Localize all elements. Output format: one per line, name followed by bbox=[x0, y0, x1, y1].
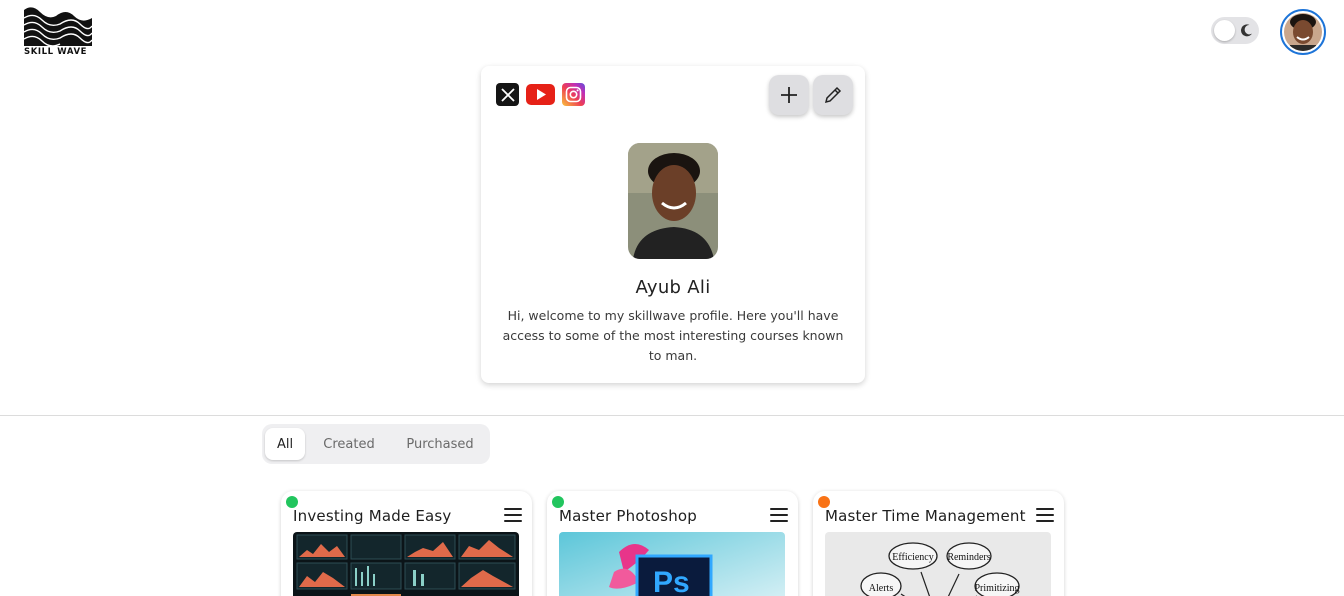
logo-wave-icon bbox=[22, 6, 94, 48]
tab-purchased[interactable]: Purchased bbox=[393, 428, 487, 460]
course-title: Investing Made Easy bbox=[293, 507, 452, 525]
bubble-label: Efficiency bbox=[892, 552, 933, 563]
x-icon[interactable] bbox=[496, 83, 519, 106]
bubble-label: Reminders bbox=[947, 552, 990, 563]
tab-created[interactable]: Created bbox=[305, 428, 393, 460]
tab-all[interactable]: All bbox=[265, 428, 305, 460]
youtube-icon[interactable] bbox=[526, 83, 555, 106]
profile-name: Ayub Ali bbox=[635, 277, 711, 298]
menu-icon[interactable] bbox=[770, 508, 788, 524]
toggle-knob bbox=[1214, 20, 1235, 41]
photoshop-logo-text: Ps bbox=[653, 566, 690, 596]
status-dot bbox=[552, 496, 564, 508]
moon-icon bbox=[1241, 24, 1253, 37]
menu-icon[interactable] bbox=[504, 508, 522, 524]
course-thumbnail: Ps bbox=[559, 532, 785, 596]
course-thumbnail: Efficiency Reminders Alerts Primitizing bbox=[825, 532, 1051, 596]
course-card[interactable]: Master Time Management Efficiency Remind… bbox=[813, 491, 1064, 596]
add-course-button[interactable] bbox=[769, 75, 809, 115]
status-dot bbox=[286, 496, 298, 508]
course-thumbnail bbox=[293, 532, 519, 596]
social-links bbox=[496, 83, 585, 106]
section-divider bbox=[0, 415, 1344, 416]
theme-toggle[interactable] bbox=[1211, 17, 1259, 44]
profile-photo bbox=[628, 143, 718, 259]
bubble-label: Primitizing bbox=[975, 583, 1020, 594]
avatar-face-icon bbox=[1284, 13, 1322, 51]
course-card[interactable]: Investing Made Easy bbox=[281, 491, 532, 596]
profile-bio: Hi, welcome to my skillwave profile. Her… bbox=[502, 308, 844, 363]
edit-profile-button[interactable] bbox=[813, 75, 853, 115]
pencil-icon bbox=[824, 86, 842, 104]
course-filter-tabs: All Created Purchased bbox=[262, 424, 490, 464]
course-card[interactable]: Master Photoshop Ps bbox=[547, 491, 798, 596]
menu-icon[interactable] bbox=[1036, 508, 1054, 524]
course-title: Master Photoshop bbox=[559, 507, 698, 525]
plus-icon bbox=[781, 87, 797, 103]
card-actions bbox=[769, 75, 853, 115]
logo-text: SKILL WAVE bbox=[24, 47, 88, 57]
skillwave-logo[interactable]: SKILL WAVE bbox=[22, 6, 94, 58]
bubble-label: Alerts bbox=[869, 583, 894, 594]
course-title: Master Time Management bbox=[825, 507, 1026, 525]
profile-card: Ayub Ali Hi, welcome to my skillwave pro… bbox=[481, 66, 865, 383]
instagram-icon[interactable] bbox=[562, 83, 585, 106]
status-dot bbox=[818, 496, 830, 508]
user-avatar[interactable] bbox=[1280, 9, 1326, 55]
